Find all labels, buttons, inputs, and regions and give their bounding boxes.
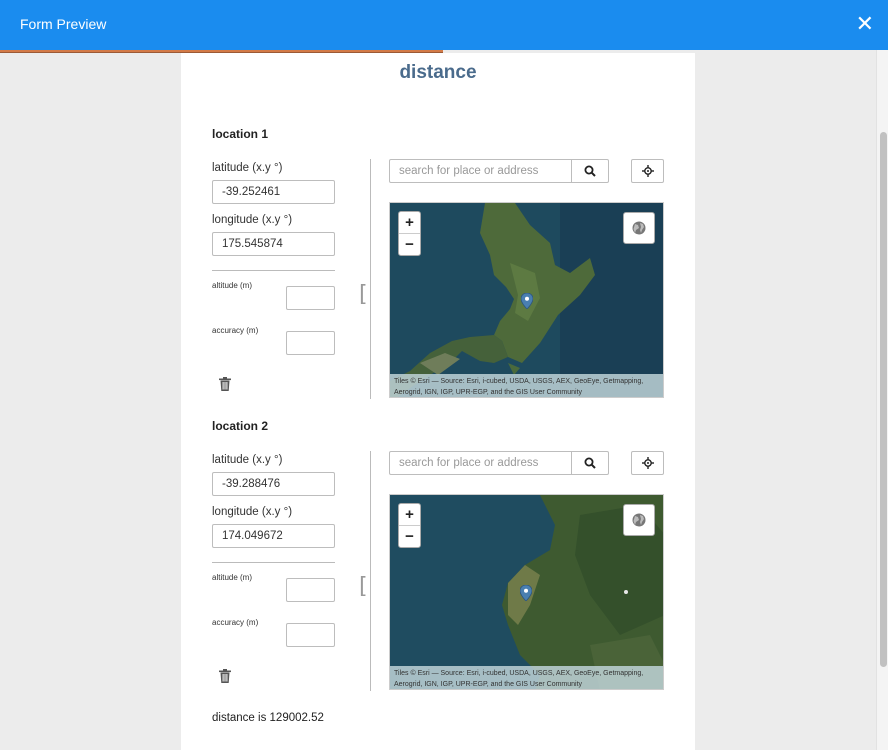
layer-toggle-button[interactable] <box>623 212 655 244</box>
globe-icon <box>632 221 646 235</box>
location-1-heading: location 1 <box>212 127 269 141</box>
zoom-out-button[interactable]: − <box>399 526 420 548</box>
search-icon <box>584 165 596 177</box>
bracket-marker: [ <box>359 574 368 599</box>
longitude-input[interactable]: 174.049672 <box>212 524 335 548</box>
latitude-input[interactable]: -39.288476 <box>212 472 335 496</box>
globe-icon <box>632 513 646 527</box>
latitude-input[interactable]: -39.252461 <box>212 180 335 204</box>
zoom-control: + − <box>398 211 421 256</box>
map-marker-icon[interactable] <box>520 585 532 601</box>
longitude-label: longitude (x.y °) <box>212 214 293 226</box>
longitude-label: longitude (x.y °) <box>212 506 293 518</box>
altitude-input[interactable] <box>286 578 335 602</box>
form-card: distance location 1 latitude (x.y °) -39… <box>181 53 695 750</box>
locate-button[interactable] <box>631 159 664 183</box>
locate-button[interactable] <box>631 451 664 475</box>
accuracy-input[interactable] <box>286 331 335 355</box>
latitude-label: latitude (x.y °) <box>212 162 283 174</box>
accuracy-label: accuracy (m) <box>212 326 259 335</box>
location-2-heading: location 2 <box>212 419 269 433</box>
trash-icon[interactable] <box>219 669 231 683</box>
search-input[interactable]: search for place or address <box>389 159 572 183</box>
accuracy-label: accuracy (m) <box>212 618 259 627</box>
altitude-label: altitude (m) <box>212 281 253 290</box>
crosshair-icon <box>642 457 654 469</box>
map-view[interactable]: + − Tiles © Esri — Source: Esri, i-cubed… <box>389 202 664 398</box>
zoom-in-button[interactable]: + <box>399 212 420 234</box>
zoom-control: + − <box>398 503 421 548</box>
altitude-input[interactable] <box>286 286 335 310</box>
longitude-input[interactable]: 175.545874 <box>212 232 335 256</box>
scrollbar-thumb[interactable] <box>880 132 887 667</box>
bracket-marker: [ <box>359 282 368 307</box>
column-divider <box>370 159 371 399</box>
layer-toggle-button[interactable] <box>623 504 655 536</box>
latitude-label: latitude (x.y °) <box>212 454 283 466</box>
zoom-out-button[interactable]: − <box>399 234 420 256</box>
window-header: Form Preview ✕ <box>0 0 888 50</box>
map-marker-icon[interactable] <box>521 293 533 309</box>
trash-icon[interactable] <box>219 377 231 391</box>
divider <box>212 270 335 271</box>
search-icon <box>584 457 596 469</box>
divider <box>212 562 335 563</box>
altitude-label: altitude (m) <box>212 573 253 582</box>
accuracy-input[interactable] <box>286 623 335 647</box>
window-title: Form Preview <box>20 16 107 32</box>
search-button[interactable] <box>571 159 609 183</box>
form-title: distance <box>399 62 477 83</box>
search-button[interactable] <box>571 451 609 475</box>
column-divider <box>370 451 371 691</box>
distance-result: distance is 129002.52 <box>212 712 324 724</box>
map-attribution: Tiles © Esri — Source: Esri, i-cubed, US… <box>390 374 663 397</box>
crosshair-icon <box>642 165 654 177</box>
map-attribution: Tiles © Esri — Source: Esri, i-cubed, US… <box>390 666 663 689</box>
search-input[interactable]: search for place or address <box>389 451 572 475</box>
scrollbar[interactable] <box>876 50 888 750</box>
map-view[interactable]: + − Tiles © Esri — Source: Esri, i-cubed… <box>389 494 664 690</box>
zoom-in-button[interactable]: + <box>399 504 420 526</box>
close-icon[interactable]: ✕ <box>856 10 874 38</box>
